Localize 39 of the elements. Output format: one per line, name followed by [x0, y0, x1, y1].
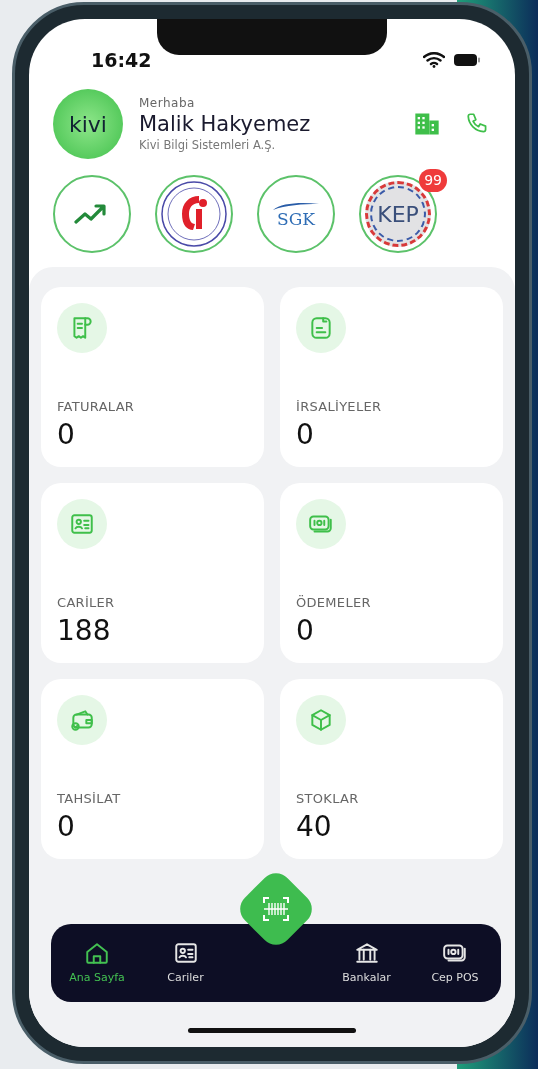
user-name: Malik Hakyemez: [139, 111, 312, 137]
nav-tab[interactable]: Cep POS: [417, 938, 493, 988]
nav-tab[interactable]: Ana Sayfa: [59, 938, 135, 988]
card-count: 188: [57, 616, 112, 647]
stat-card[interactable]: STOKLAR 40: [280, 679, 503, 859]
wifi-icon: [423, 52, 445, 68]
company-logo: kivi: [53, 89, 123, 159]
stat-card[interactable]: ÖDEMELER 0: [280, 483, 503, 663]
contact-card-icon: [69, 511, 95, 537]
card-title: ÖDEMELER: [296, 593, 372, 612]
tax-office-emblem-icon: [159, 179, 229, 249]
greeting-text: Merhaba: [139, 94, 196, 112]
kep-logo-text: KEP: [377, 200, 419, 229]
card-count: 0: [296, 616, 315, 647]
nav-tab[interactable]: Bankalar: [328, 938, 405, 988]
card-title: İRSALİYELER: [296, 397, 383, 416]
status-time: 16:42: [91, 47, 152, 73]
stat-card[interactable]: FATURALAR 0: [41, 287, 264, 467]
card-title: FATURALAR: [57, 397, 136, 416]
document-icon: [308, 315, 334, 341]
notification-badge: 99: [419, 169, 447, 192]
stat-card[interactable]: CARİLER 188: [41, 483, 264, 663]
stat-card[interactable]: TAHSİLAT 0: [41, 679, 264, 859]
card-title: TAHSİLAT: [57, 789, 122, 808]
card-count: 0: [57, 812, 76, 843]
company-name: Kivi Bilgi Sistemleri A.Ş.: [139, 136, 277, 154]
barcode-scan-icon: [263, 897, 289, 921]
sgk-shortcut[interactable]: SGK: [257, 175, 335, 253]
card-count: 0: [57, 420, 76, 451]
stat-card[interactable]: İRSALİYELER 0: [280, 287, 503, 467]
sgk-logo-text: SGK: [277, 210, 315, 228]
card-title: CARİLER: [57, 593, 116, 612]
card-count: 0: [296, 420, 315, 451]
wallet-icon: [69, 707, 95, 733]
card-title: STOKLAR: [296, 789, 360, 808]
card-count: 40: [296, 812, 333, 843]
battery-icon: [453, 53, 481, 67]
nav-tab[interactable]: Cariler: [147, 938, 224, 988]
box-icon: [308, 707, 334, 733]
